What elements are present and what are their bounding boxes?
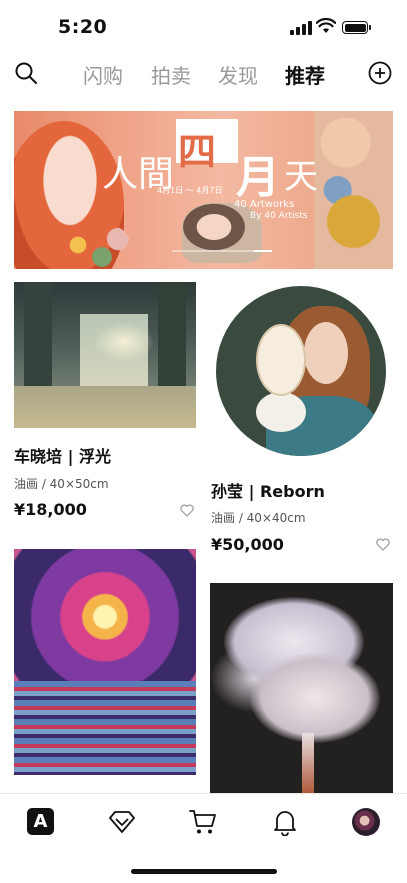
tab-auction[interactable]: 拍卖	[151, 60, 191, 89]
art-shape	[14, 681, 196, 775]
art-shape	[304, 322, 348, 384]
heart-icon[interactable]	[180, 504, 194, 517]
product-meta: 油画 / 40×40cm	[211, 511, 306, 525]
art-shape	[250, 653, 380, 743]
art-shape	[256, 324, 306, 396]
banner-title-part3: 月	[236, 152, 280, 203]
cart-icon[interactable]	[189, 808, 217, 836]
signal-icon	[290, 21, 312, 35]
banner-page-indicator	[172, 250, 272, 252]
status-bar: 5:20	[0, 0, 407, 52]
art-shape	[302, 733, 314, 793]
heart-icon[interactable]	[376, 538, 390, 551]
status-time: 5:20	[58, 16, 108, 38]
product-title[interactable]: 车晓培 | 浮光	[14, 443, 111, 467]
banner-artists-count: By 40 Artists	[250, 211, 308, 221]
battery-icon	[342, 21, 371, 34]
product-image-fuguang[interactable]	[14, 282, 196, 428]
product-title[interactable]: 孙莹 | Reborn	[211, 478, 325, 502]
product-image-sun-sea[interactable]	[14, 549, 196, 775]
art-shape	[256, 392, 306, 432]
art-shape	[14, 386, 196, 428]
product-meta: 油画 / 40×50cm	[14, 477, 109, 491]
promo-banner[interactable]: 人間 四 月 天 4月1日 ～ 4月7日 40 Artworks By 40 A…	[14, 111, 393, 269]
banner-artworks-count: 40 Artworks	[234, 199, 295, 210]
wifi-icon	[316, 18, 336, 33]
product-price: ¥50,000	[211, 535, 284, 554]
product-image-reborn[interactable]	[216, 286, 386, 456]
top-nav: 闪购 拍卖 发现 推荐	[0, 52, 407, 96]
search-icon[interactable]	[14, 61, 38, 85]
banner-artwork-characters	[314, 111, 393, 269]
banner-title-part4: 天	[284, 157, 318, 197]
art-shape	[24, 282, 52, 402]
diamond-icon[interactable]	[108, 808, 136, 836]
banner-page-indicator-active	[254, 250, 272, 252]
tab-recommend[interactable]: 推荐	[285, 60, 325, 89]
banner-dates: 4月1日 ～ 4月7日	[157, 186, 223, 195]
avatar-icon[interactable]	[352, 808, 380, 836]
art-shape	[94, 322, 154, 362]
tab-flash-sale[interactable]: 闪购	[83, 60, 123, 89]
home-indicator	[131, 869, 277, 874]
plus-circle-icon[interactable]	[368, 61, 392, 85]
bell-icon[interactable]	[271, 808, 299, 836]
art-shape	[158, 282, 186, 402]
product-image-cloud[interactable]	[210, 583, 393, 793]
tab-discover[interactable]: 发现	[218, 60, 258, 89]
logo-a-icon[interactable]: A	[27, 808, 54, 835]
banner-title-part2: 四	[178, 130, 217, 174]
product-price: ¥18,000	[14, 500, 87, 519]
